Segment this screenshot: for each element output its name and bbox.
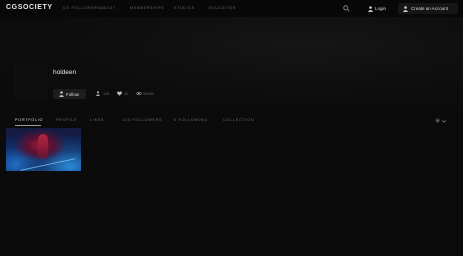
gear-icon [435,118,440,123]
artwork-light-streak [20,158,76,171]
tab-likes[interactable]: LIKES [90,118,104,122]
heart-icon [117,91,122,96]
user-icon [59,91,64,97]
artwork-figure [38,134,48,158]
tab-followers[interactable]: 123 FOLLOWERS [122,118,162,122]
nav-item-studios[interactable]: STUDIOS [174,6,195,10]
nav-item-memberships[interactable]: MEMBERSHIPS [130,6,164,10]
nav-item-cg-followers[interactable]: CG FOLLOWERS [63,6,100,10]
tab-collection[interactable]: COLLECTION [223,118,254,122]
tab-profile[interactable]: PROFILE [56,118,77,122]
user-icon [403,5,408,12]
active-tab-indicator [15,125,41,126]
site-logo[interactable]: CGSOCIETY [6,4,53,11]
user-icon [368,6,373,12]
nav-item-education[interactable]: EDUCATION [209,6,236,10]
portfolio-artwork-thumbnail[interactable] [6,128,81,171]
login-label: Login [375,6,387,11]
eye-icon [136,91,142,96]
nav-item-about[interactable]: ABOUT [100,6,116,10]
profile-username: holdeen [53,69,77,76]
tab-following[interactable]: 0 FOLLOWING [174,118,208,122]
create-account-button[interactable]: Create an Account [398,3,458,14]
avatar [14,65,48,99]
tab-portfolio[interactable]: PORTFOLIO [15,118,43,122]
create-account-label: Create an Account [411,6,449,11]
stat-likes-value: 12 [124,92,129,96]
user-icon [96,91,100,96]
chevron-down-icon [442,119,446,123]
follow-button[interactable]: Follow [53,89,86,99]
top-navigation-bar: CGSOCIETY CG FOLLOWERS ABOUT MEMBERSHIPS… [0,0,463,17]
stat-followers-value: 125 [103,92,110,96]
stat-views-value: 10159 [143,92,154,96]
search-icon[interactable] [343,5,350,12]
follow-label: Follow [66,91,80,97]
